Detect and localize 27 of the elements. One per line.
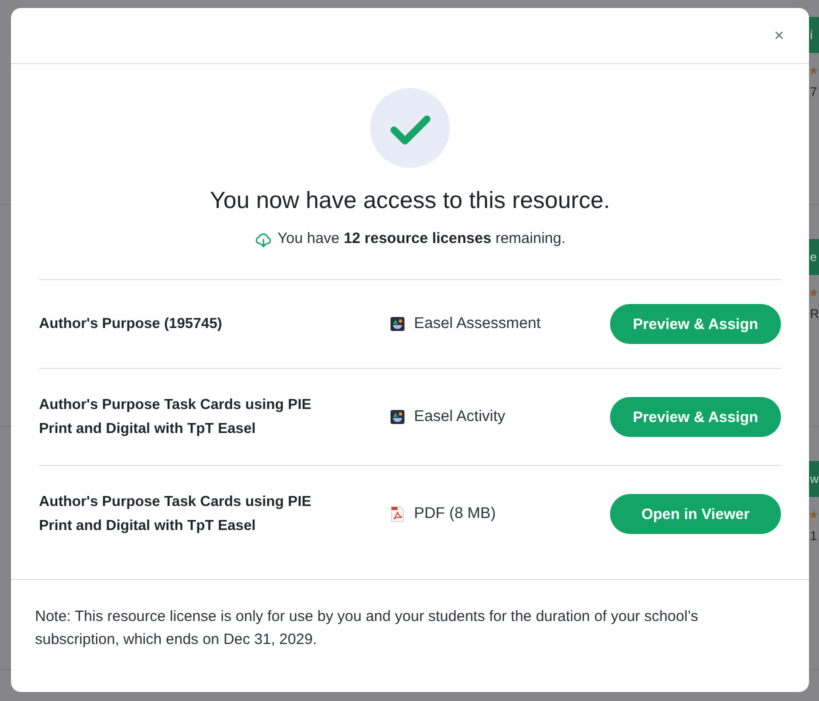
background-text: 7 <box>809 85 817 100</box>
pdf-file-icon <box>390 506 405 522</box>
background-button[interactable]: w <box>809 461 819 497</box>
background-button[interactable]: e <box>809 239 819 275</box>
easel-icon <box>390 316 405 332</box>
resource-type: PDF (8 MB) <box>414 504 496 524</box>
preview-assign-button[interactable]: Preview & Assign <box>610 304 781 344</box>
resource-type: Easel Activity <box>414 407 506 427</box>
licenses-remaining-text: You have 12 resource licenses remaining. <box>278 229 566 249</box>
resource-title: Author's Purpose (195745) <box>39 315 224 334</box>
check-icon <box>370 88 450 168</box>
open-viewer-button[interactable]: Open in Viewer <box>610 494 781 534</box>
close-button[interactable]: × <box>771 24 787 46</box>
star-icon <box>809 288 818 297</box>
resource-title: Author's Purpose Task Cards using PIE Print and Digital with TpT Easel <box>39 493 312 536</box>
license-note: Note: This resource license is only for use by you and your students for the duration of your school’s subscription, which ends on Dec 31, 2029. <box>35 607 700 650</box>
background-text: 1 <box>809 529 817 544</box>
star-icon <box>809 66 818 75</box>
star-icon <box>809 510 818 519</box>
preview-assign-button[interactable]: Preview & Assign <box>610 397 781 437</box>
cloud-download-icon <box>254 230 272 248</box>
resource-title: Author's Purpose Task Cards using PIE Print and Digital with TpT Easel <box>39 396 312 439</box>
background-text: R <box>809 307 819 322</box>
background-button[interactable]: i <box>809 17 819 53</box>
easel-icon <box>390 409 405 425</box>
dialog-heading: You now have access to this resource. <box>210 186 610 215</box>
resource-type: Easel Assessment <box>414 314 541 334</box>
